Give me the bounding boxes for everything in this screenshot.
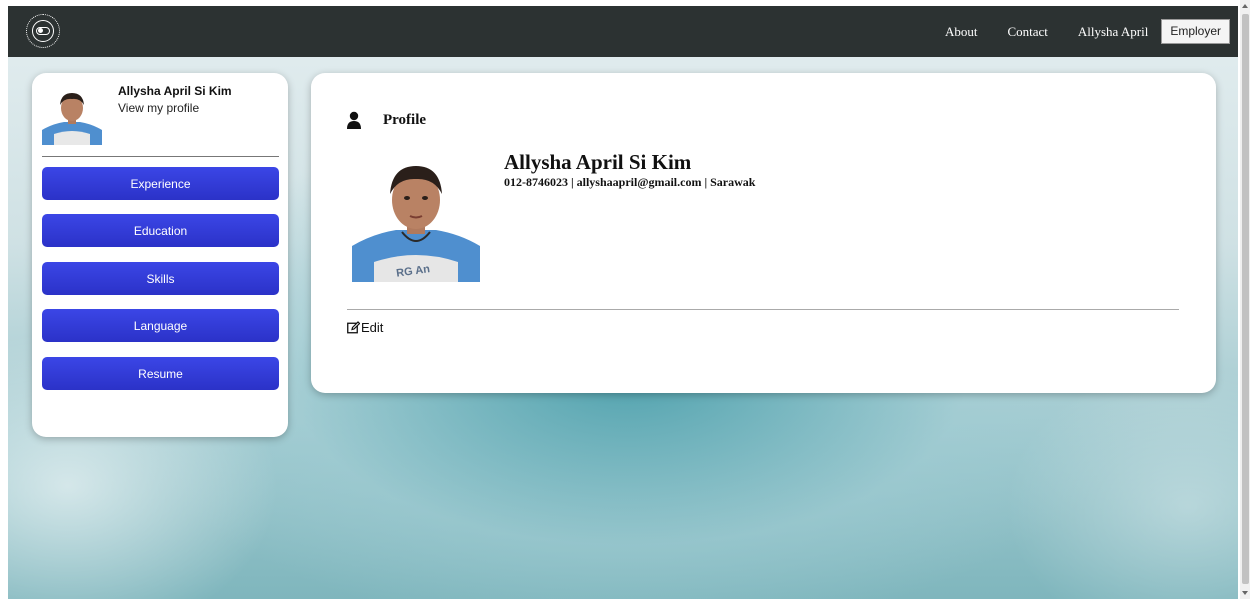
skills-button[interactable]: Skills [42, 262, 279, 295]
sidebar-card: Allysha April Si Kim View my profile Exp… [32, 73, 288, 437]
page-title: Profile [383, 111, 427, 128]
profile-header: Profile [347, 111, 426, 129]
scroll-down-icon[interactable] [1242, 591, 1248, 595]
nav-contact-link[interactable]: Contact [1007, 24, 1047, 40]
sidebar-user-name: Allysha April Si Kim [118, 84, 232, 98]
scroll-up-icon[interactable] [1242, 4, 1248, 8]
edit-label: Edit [361, 320, 384, 335]
profile-contact: 012-8746023 | allyshaapril@gmail.com | S… [504, 175, 756, 189]
page-background: About Contact Allysha April Employer All… [8, 6, 1238, 599]
profile-name: Allysha April Si Kim [504, 150, 692, 174]
avatar[interactable] [42, 88, 102, 145]
nav-links: About Contact Allysha April Employer [945, 6, 1230, 57]
edit-icon [347, 321, 360, 334]
resume-button[interactable]: Resume [42, 357, 279, 390]
edit-button[interactable]: Edit [347, 320, 383, 335]
view-profile-link[interactable]: View my profile [118, 101, 199, 115]
nav-user-link[interactable]: Allysha April [1078, 24, 1148, 40]
education-button[interactable]: Education [42, 214, 279, 247]
page-scrollbar[interactable] [1240, 0, 1250, 599]
toggle-logo-icon [36, 27, 50, 35]
top-navbar: About Contact Allysha April Employer [8, 6, 1238, 57]
site-logo-icon[interactable] [26, 14, 60, 48]
sidebar-divider [42, 156, 279, 157]
language-button[interactable]: Language [42, 309, 279, 342]
profile-divider [347, 309, 1179, 310]
scroll-thumb[interactable] [1242, 14, 1249, 584]
experience-button[interactable]: Experience [42, 167, 279, 200]
profile-photo: RG An [352, 158, 480, 282]
employer-button[interactable]: Employer [1161, 19, 1230, 44]
profile-card: Profile RG An Allysha April Si Kim 012-8… [311, 73, 1216, 393]
person-icon [347, 111, 361, 129]
nav-about-link[interactable]: About [945, 24, 978, 40]
